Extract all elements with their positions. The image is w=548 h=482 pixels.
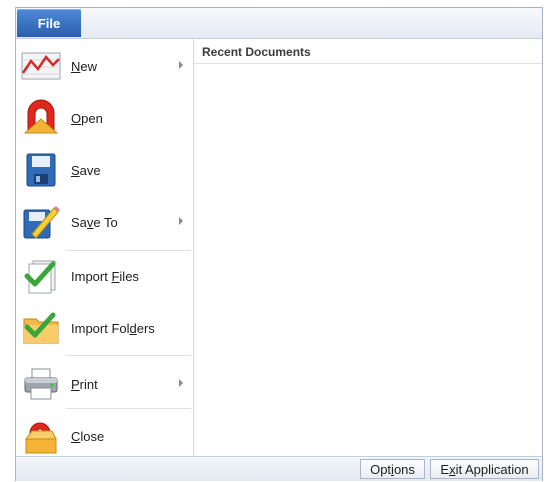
menu-item-label: Close [71, 428, 105, 444]
menu-item-import-folders[interactable]: Import Folders [16, 303, 193, 353]
mnemonic-char: d [129, 320, 137, 336]
menu-item-import-files[interactable]: Import Files [16, 251, 193, 301]
printer-icon [19, 362, 63, 406]
options-button[interactable]: Opt i ons [360, 459, 425, 479]
ribbon-bar: File [16, 8, 542, 39]
menu-item-close[interactable]: Close [16, 411, 193, 461]
chart-icon [19, 44, 63, 88]
file-tab[interactable]: File [17, 9, 81, 37]
save-to-icon [19, 200, 63, 244]
mnemonic-char: i [391, 461, 394, 477]
submenu-arrow-icon [179, 217, 183, 225]
menu-item-label: Save To [71, 214, 118, 230]
import-files-icon [19, 254, 63, 298]
file-menu-window: File New Open Save Save To Import Files … [15, 7, 543, 481]
menu-item-label: New [71, 58, 98, 74]
submenu-arrow-icon [179, 61, 183, 69]
menu-item-label: Print [71, 376, 98, 392]
menu-item-save[interactable]: Save [16, 145, 193, 195]
menu-item-new[interactable]: New [16, 41, 193, 91]
mnemonic-char: x [449, 461, 456, 477]
mnemonic-char: N [71, 58, 81, 74]
floppy-disk-icon [19, 148, 63, 192]
recent-documents-pane: Recent Documents [194, 39, 542, 456]
menu-separator [66, 355, 191, 356]
mnemonic-char: O [71, 110, 82, 126]
menu-item-label: Import Files [71, 268, 139, 284]
menu-item-save-to[interactable]: Save To [16, 197, 193, 247]
recent-documents-title: Recent Documents [202, 45, 311, 59]
recent-documents-divider [194, 63, 542, 64]
file-menu-commands: New Open Save Save To Import Files Impor… [16, 39, 194, 456]
menu-separator [66, 408, 191, 409]
exit-application-button[interactable]: Ex it Application [430, 459, 539, 479]
close-folder-icon [19, 414, 63, 458]
import-folders-icon [19, 306, 63, 350]
file-menu-footer: Opt i ons Ex it Application [16, 456, 542, 481]
mnemonic-char: P [71, 376, 80, 392]
open-folder-icon [19, 96, 63, 140]
menu-item-open[interactable]: Open [16, 93, 193, 143]
submenu-arrow-icon [179, 379, 183, 387]
mnemonic-char: S [71, 162, 80, 178]
mnemonic-char: F [111, 268, 120, 284]
menu-item-label: Open [71, 110, 103, 126]
mnemonic-char: C [71, 428, 81, 444]
menu-item-label: Save [71, 162, 101, 178]
menu-item-print[interactable]: Print [16, 359, 193, 409]
mnemonic-char: v [86, 214, 94, 230]
menu-item-label: Import Folders [71, 320, 155, 336]
